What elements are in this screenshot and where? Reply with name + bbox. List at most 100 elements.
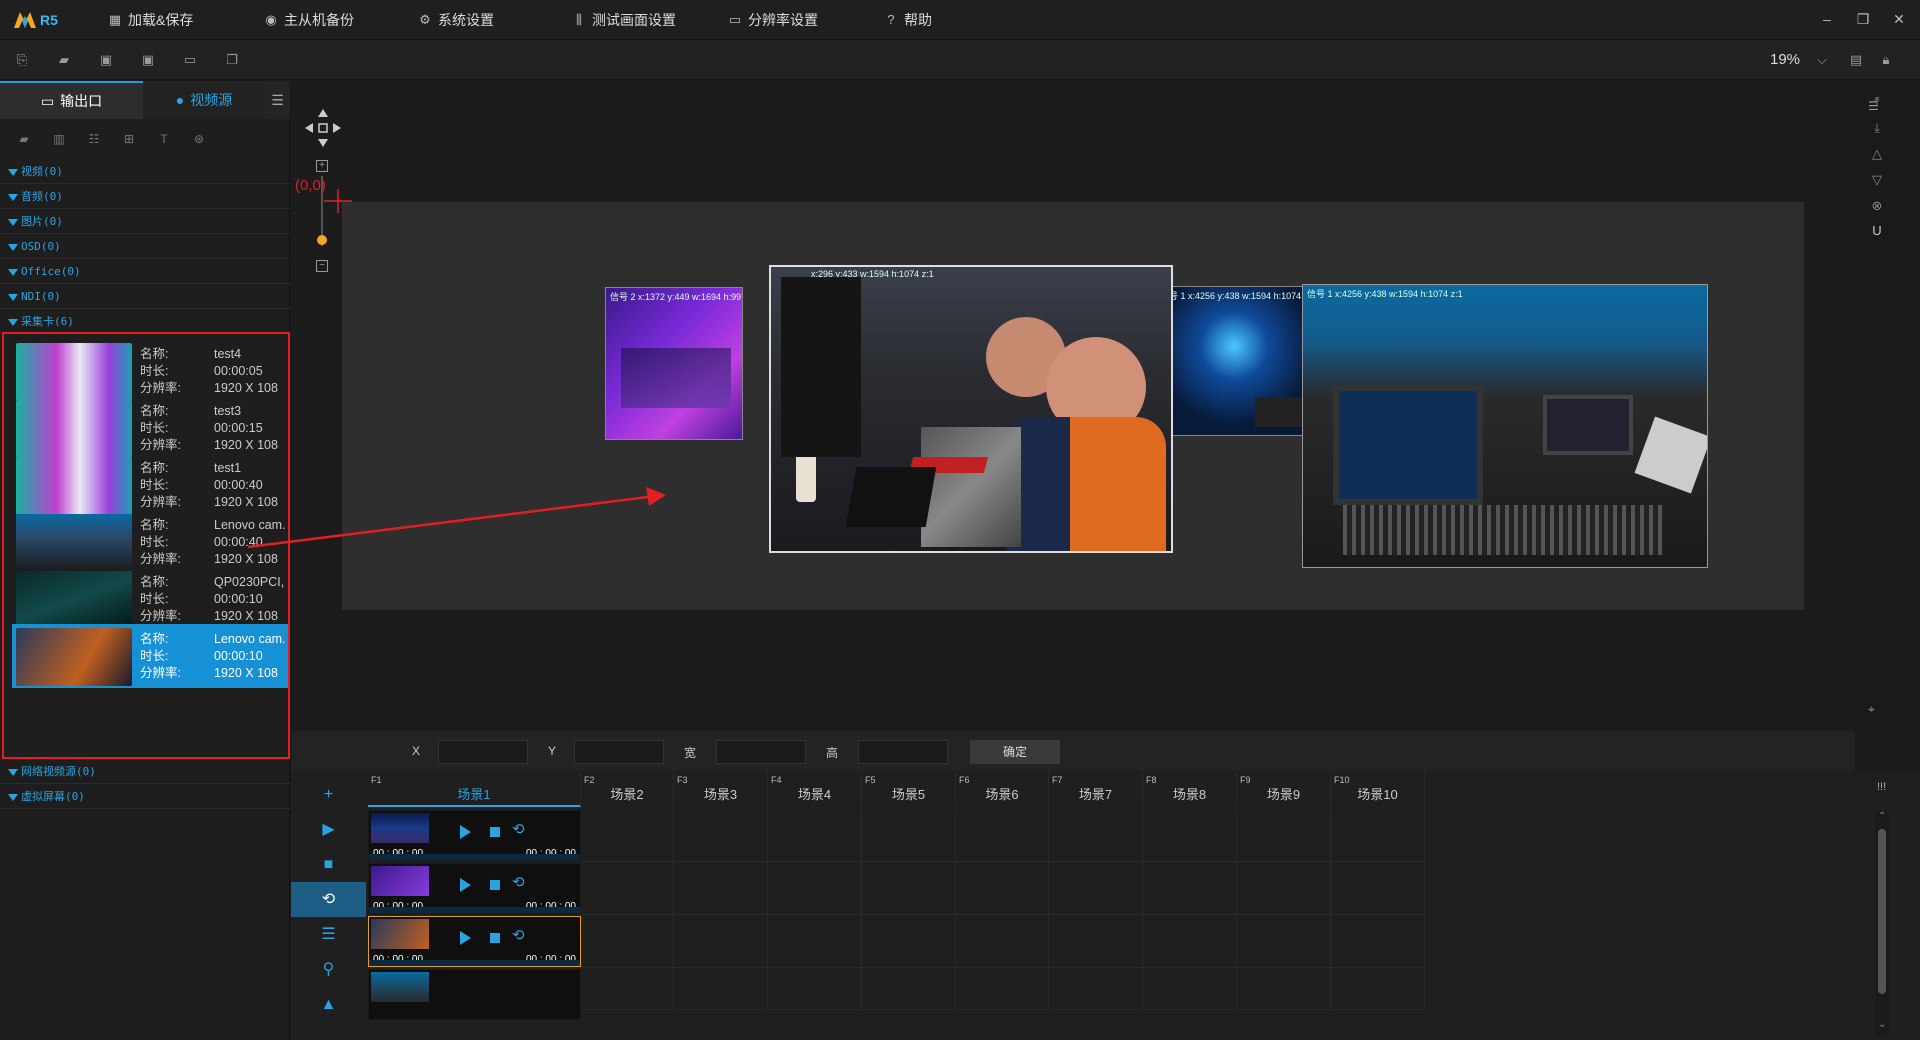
monitor-icon[interactable]: ▭ [182, 52, 198, 68]
category-ndi[interactable]: NDI(0) [0, 285, 290, 309]
clean-icon[interactable]: ⚲ [291, 952, 366, 987]
scene-track[interactable]: 00 : 00 : 0000 : 00 : 00⟲ [368, 863, 581, 914]
settings-icon[interactable]: ⊛ [191, 131, 207, 147]
add-icon[interactable]: + [291, 777, 366, 812]
category-network-video[interactable]: 网络视频源(0) [0, 760, 290, 784]
scene-tab[interactable]: F10 场景10 [1331, 773, 1425, 807]
scene-grid-cell[interactable] [1331, 968, 1425, 1010]
zoom-level[interactable]: 19% [1770, 51, 1800, 68]
x-input[interactable] [438, 740, 528, 764]
close-window-icon[interactable]: ⊗ [1868, 197, 1886, 215]
scene-grid-cell[interactable] [1237, 968, 1331, 1010]
zoom-out-button[interactable]: − [316, 260, 328, 272]
source-card[interactable]: 名称: test4 时长: 00:00:05 分辨率: 1920 X 108 [12, 339, 288, 403]
source-card[interactable]: 名称: QP0230PCI, 时长: 00:00:10 分辨率: 1920 X 108 [12, 567, 288, 631]
category-capture-card[interactable]: 采集卡(6) [0, 310, 290, 334]
category-osd[interactable]: OSD(0) [0, 235, 290, 259]
y-input[interactable] [574, 740, 664, 764]
bring-front-icon[interactable]: ⤒ [1868, 93, 1886, 111]
menu-resolution[interactable]: ▭ 分辨率设置 [728, 0, 818, 40]
loop-icon[interactable]: ⟲ [512, 926, 525, 944]
close-button[interactable]: ✕ [1888, 8, 1910, 30]
chevron-up-icon[interactable]: ⌃ [1878, 811, 1886, 822]
restore-button[interactable]: ❐ [1852, 8, 1874, 30]
text-icon[interactable]: T [156, 131, 172, 147]
scene-grid-cell[interactable] [1049, 809, 1143, 862]
scene-track[interactable]: 00 : 00 : 0000 : 00 : 00⟲ [368, 916, 581, 967]
scene-grid-cell[interactable] [862, 809, 956, 862]
scene-grid-cell[interactable] [862, 862, 956, 915]
scene-grid-cell[interactable] [581, 915, 674, 968]
new-icon[interactable]: ⎘ [14, 52, 30, 68]
window-icon[interactable]: ❐ [224, 52, 240, 68]
scene-grid-cell[interactable] [956, 968, 1049, 1010]
grid-icon[interactable]: ⊞ [121, 131, 137, 147]
scene-tab[interactable]: F3 场景3 [674, 773, 768, 807]
fit-screen-icon[interactable]: ⌖ [1868, 702, 1875, 717]
scene-grid-cell[interactable] [768, 968, 862, 1010]
signal-window-1[interactable]: x:296 y:433 w:1594 h:1074 z:1 [769, 265, 1173, 553]
scene-grid-cell[interactable] [581, 862, 674, 915]
align-top-icon[interactable]: △ [1868, 145, 1886, 163]
play-icon[interactable] [460, 825, 471, 839]
tab-outputs[interactable]: ▭ 输出口 [0, 81, 143, 119]
signal-window-2[interactable]: 信号 2 x:1372 y:449 w:1694 h:997 z:2 [605, 287, 743, 440]
category-video[interactable]: 视频(0) [0, 160, 290, 184]
scene-grid-cell[interactable] [768, 915, 862, 968]
scene-grid-cell[interactable] [956, 862, 1049, 915]
width-input[interactable] [716, 740, 806, 764]
scene-grid-cell[interactable] [862, 968, 956, 1010]
source-card[interactable]: 名称: Lenovo cam. 时长: 00:00:10 分辨率: 1920 X 108 [12, 624, 288, 688]
scene-grid-cell[interactable] [1049, 915, 1143, 968]
play-icon[interactable] [460, 878, 471, 892]
scene-track[interactable] [368, 969, 581, 1020]
loop-icon[interactable]: ⟲ [512, 873, 525, 891]
magnet-icon[interactable]: U [1868, 222, 1886, 240]
list-icon[interactable]: ☰ [291, 917, 366, 952]
scene-tab[interactable]: F6 场景6 [956, 773, 1049, 807]
folder-icon[interactable]: ▰ [16, 131, 32, 147]
scene-tab[interactable]: F8 场景8 [1143, 773, 1237, 807]
scene-grid-cell[interactable] [956, 915, 1049, 968]
stop-icon[interactable]: ■ [291, 847, 366, 882]
scene-grid-cell[interactable] [768, 809, 862, 862]
scene-grid-cell[interactable] [1049, 968, 1143, 1010]
scene-grid-cell[interactable] [674, 809, 768, 862]
send-back-icon[interactable]: ⤓ [1868, 119, 1886, 137]
scene-grid-cell[interactable] [1331, 809, 1425, 862]
stop-icon[interactable] [490, 880, 500, 890]
minimize-button[interactable]: – [1816, 8, 1838, 30]
scene-grid-cell[interactable] [1331, 915, 1425, 968]
align-bottom-icon[interactable]: ▽ [1868, 171, 1886, 189]
chevron-down-icon[interactable]: ⌵ [1814, 52, 1830, 68]
menu-test-pattern[interactable]: ⫼ 测试画面设置 [572, 0, 676, 40]
alert-icon[interactable]: !!! [1877, 781, 1886, 793]
source-card[interactable]: 名称: test3 时长: 00:00:15 分辨率: 1920 X 108 [12, 396, 288, 460]
category-virtual-screen[interactable]: 虚拟屏幕(0) [0, 785, 290, 809]
scrollbar[interactable]: ⌃ ⌄ [1875, 811, 1889, 1036]
scene-grid-cell[interactable] [1143, 809, 1237, 862]
scene-grid-cell[interactable] [674, 915, 768, 968]
tab-video-sources[interactable]: ● 视频源 [143, 81, 265, 119]
save-as-icon[interactable]: ▣ [140, 52, 156, 68]
lock-icon[interactable]: 🔒︎ [1878, 52, 1894, 68]
confirm-button[interactable]: 确定 [970, 740, 1060, 764]
list-icon[interactable]: ☷ [86, 131, 102, 147]
play-icon[interactable] [460, 931, 471, 945]
scene-grid-cell[interactable] [1143, 862, 1237, 915]
scene-tab[interactable]: F4 场景4 [768, 773, 862, 807]
scene-grid-cell[interactable] [1237, 809, 1331, 862]
loop-icon[interactable]: ⟲ [512, 820, 525, 838]
scene-tab[interactable]: F7 场景7 [1049, 773, 1143, 807]
scene-grid-cell[interactable] [581, 809, 674, 862]
scene-tab[interactable]: F2 场景2 [581, 773, 674, 807]
scene-tab[interactable]: F5 场景5 [862, 773, 956, 807]
zoom-in-button[interactable]: + [316, 160, 328, 172]
panel-menu-icon[interactable]: ☰ [265, 81, 290, 119]
menu-system-settings[interactable]: ⚙ 系统设置 [418, 0, 494, 40]
signal-window-4[interactable]: 信号 1 x:4256 y:438 w:1594 h:1074 z:1 [1302, 284, 1708, 568]
scene-tab[interactable]: F9 场景9 [1237, 773, 1331, 807]
canvas-area[interactable]: + − (0,0) 信号 2 x:1372 y:449 w:1694 h:997… [247, 81, 1879, 731]
scene-track[interactable]: 00 : 00 : 0000 : 00 : 00⟲ [368, 810, 581, 861]
scene-grid-cell[interactable] [674, 862, 768, 915]
